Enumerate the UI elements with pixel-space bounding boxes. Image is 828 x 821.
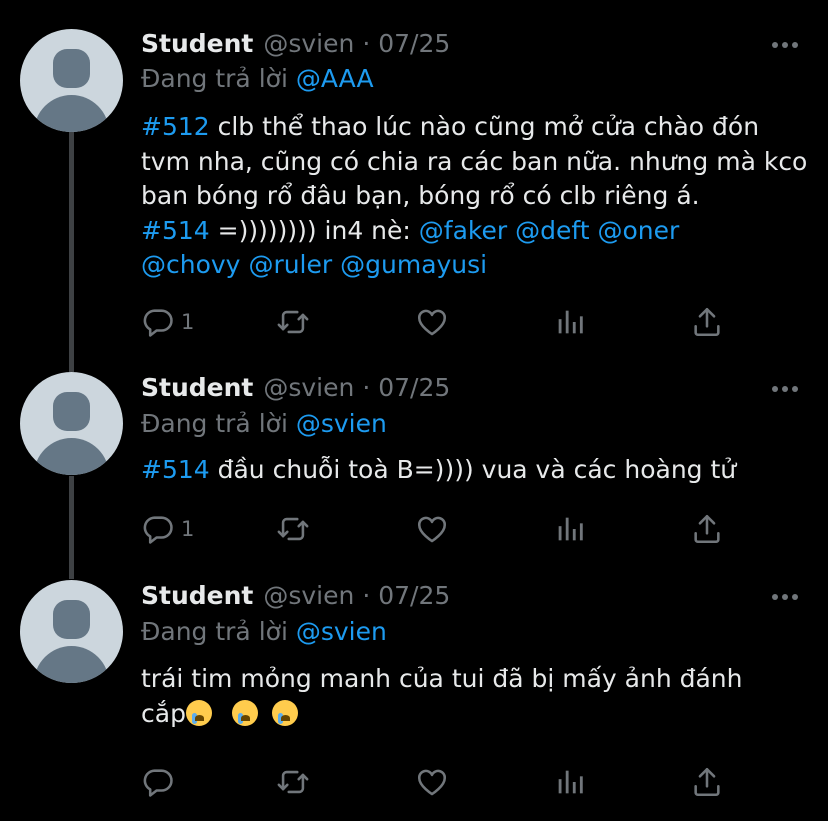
handle[interactable]: @svien <box>263 581 354 610</box>
tweet-actions <box>141 764 741 800</box>
avatar-head <box>53 600 90 639</box>
share-icon <box>694 767 720 797</box>
reply-button[interactable] <box>141 764 175 800</box>
avatar[interactable] <box>20 580 123 683</box>
tweet-header: Student @svien · 07/25 <box>141 581 450 615</box>
tweet-date[interactable]: 07/25 <box>378 581 450 610</box>
replying-to: Đang trả lời @svien <box>141 617 387 646</box>
retweet-button[interactable] <box>276 764 310 800</box>
tweet[interactable]: Student @svien · 07/25 Đang trả lời @svie… <box>0 0 828 821</box>
separator: · <box>362 581 371 610</box>
loudly-crying-face-icon <box>231 699 258 726</box>
analytics-icon <box>558 770 583 794</box>
avatar-body <box>34 646 109 683</box>
more-options-icon[interactable] <box>772 594 798 602</box>
loudly-crying-face-icon <box>271 699 298 726</box>
analytics-button[interactable] <box>553 764 587 800</box>
replying-mention[interactable]: @svien <box>296 617 387 646</box>
reply-icon <box>143 769 173 797</box>
tweet-text: trái tim mỏng manh của tui đã bị mấy ảnh… <box>141 662 781 731</box>
tweet-text-part: trái tim mỏng manh của tui đã bị mấy ảnh… <box>141 664 743 728</box>
like-button[interactable] <box>415 764 449 800</box>
like-icon <box>417 769 447 796</box>
loudly-crying-face-icon <box>185 699 212 726</box>
display-name[interactable]: Student <box>141 581 253 610</box>
retweet-icon <box>277 770 309 794</box>
replying-label: Đang trả lời <box>141 617 288 646</box>
share-button[interactable] <box>690 764 724 800</box>
